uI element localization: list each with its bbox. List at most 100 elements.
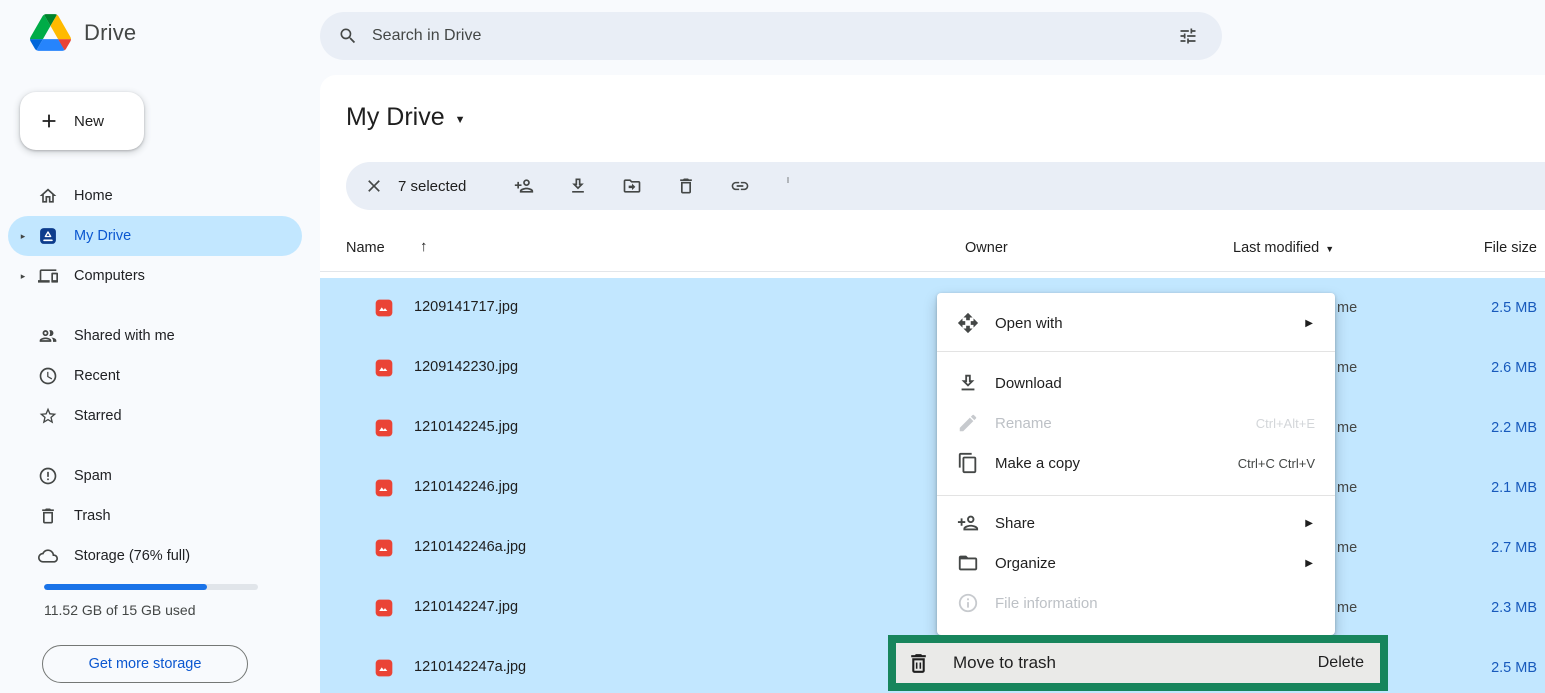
image-file-icon	[374, 298, 394, 318]
trash-button[interactable]	[676, 176, 696, 196]
search-options-icon[interactable]	[1172, 20, 1204, 52]
file-name: 1210142247.jpg	[414, 599, 518, 615]
copy-link-button[interactable]	[730, 176, 750, 196]
column-header-last-modified[interactable]: Last modified▼	[1233, 240, 1334, 256]
sidebar-item-label: Starred	[74, 408, 122, 424]
menu-item-share[interactable]: Share ▶	[937, 503, 1335, 543]
storage-progress-fill	[44, 584, 207, 590]
sidebar: Home ▸ My Drive ▸ Computers Shared with …	[0, 0, 320, 693]
file-name: 1210142246.jpg	[414, 479, 518, 495]
column-header-owner[interactable]: Owner	[965, 240, 1008, 256]
sidebar-item-label: Shared with me	[74, 328, 175, 344]
person-add-icon	[957, 512, 979, 534]
shortcut-label: Ctrl+C Ctrl+V	[1238, 456, 1315, 471]
info-icon	[957, 592, 979, 614]
sidebar-item-label: Trash	[74, 508, 111, 524]
more-actions-button[interactable]	[784, 176, 792, 196]
menu-item-organize[interactable]: Organize ▶	[937, 543, 1335, 583]
sidebar-item-trash[interactable]: Trash	[8, 496, 302, 536]
file-list: 1209141717.jpg me 2.5 MB 1209142230.jpg …	[320, 278, 1545, 693]
menu-divider	[937, 495, 1335, 496]
file-size: 2.7 MB	[1491, 540, 1537, 556]
spam-icon	[38, 466, 58, 486]
clear-selection-button[interactable]	[360, 172, 388, 200]
sidebar-item-label: Storage (76% full)	[74, 548, 190, 564]
modified-by-label: me	[1337, 420, 1357, 436]
sidebar-item-label: Home	[74, 188, 113, 204]
sidebar-item-shared-with-me[interactable]: Shared with me	[8, 316, 302, 356]
menu-item-move-to-trash[interactable]: Move to trash Delete	[888, 635, 1388, 691]
submenu-arrow-icon: ▶	[1305, 558, 1313, 569]
cloud-icon	[38, 546, 58, 566]
column-header-file-size[interactable]: File size	[1484, 240, 1537, 256]
file-name: 1209142230.jpg	[414, 359, 518, 375]
move-folder-button[interactable]	[622, 176, 642, 196]
sidebar-item-home[interactable]: Home	[8, 176, 302, 216]
file-name: 1210142246a.jpg	[414, 539, 526, 555]
submenu-arrow-icon: ▶	[1305, 318, 1313, 329]
copy-icon	[957, 452, 979, 474]
expand-arrow-icon[interactable]: ▸	[8, 231, 38, 242]
page-title[interactable]: My Drive ▼	[346, 103, 466, 132]
file-row[interactable]: 1210142246a.jpg me 2.7 MB	[320, 518, 1545, 578]
menu-item-make-a-copy[interactable]: Make a copy Ctrl+C Ctrl+V	[937, 443, 1335, 483]
sidebar-item-computers[interactable]: ▸ Computers	[8, 256, 302, 296]
file-row[interactable]: 1210142246.jpg me 2.1 MB	[320, 458, 1545, 518]
modified-by-label: me	[1337, 300, 1357, 316]
modified-by-label: me	[1337, 600, 1357, 616]
image-file-icon	[374, 478, 394, 498]
menu-divider	[937, 351, 1335, 352]
file-name: 1210142247a.jpg	[414, 659, 526, 675]
sidebar-item-storage[interactable]: Storage (76% full)	[8, 536, 302, 576]
my-drive-icon	[38, 226, 58, 246]
folder-icon	[957, 552, 979, 574]
sidebar-item-starred[interactable]: Starred	[8, 396, 302, 436]
search-input[interactable]	[372, 27, 1172, 45]
menu-item-download[interactable]: Download	[937, 363, 1335, 403]
file-size: 2.3 MB	[1491, 600, 1537, 616]
open-with-icon	[957, 312, 979, 334]
file-name: 1210142245.jpg	[414, 419, 518, 435]
image-file-icon	[374, 358, 394, 378]
sort-ascending-icon[interactable]: ↑	[420, 238, 428, 255]
context-menu: Open with ▶ Download Rename Ctrl+Alt+E M…	[937, 293, 1335, 635]
sidebar-item-label: Computers	[74, 268, 145, 284]
home-icon	[38, 186, 58, 206]
shared-people-icon	[38, 326, 58, 346]
shortcut-label: Delete	[1318, 654, 1364, 672]
download-button[interactable]	[568, 176, 588, 196]
expand-arrow-icon[interactable]: ▸	[8, 271, 38, 282]
chevron-down-icon: ▼	[455, 110, 466, 126]
file-size: 2.5 MB	[1491, 300, 1537, 316]
sidebar-item-recent[interactable]: Recent	[8, 356, 302, 396]
file-row[interactable]: 1210142245.jpg me 2.2 MB	[320, 398, 1545, 458]
modified-by-label: me	[1337, 360, 1357, 376]
file-size: 2.6 MB	[1491, 360, 1537, 376]
menu-item-file-information: File information	[937, 583, 1335, 623]
sidebar-item-my-drive[interactable]: ▸ My Drive	[8, 216, 302, 256]
image-file-icon	[374, 418, 394, 438]
storage-usage-text: 11.52 GB of 15 GB used	[44, 602, 196, 618]
file-row[interactable]: 1209141717.jpg me 2.5 MB	[320, 278, 1545, 338]
shortcut-label: Ctrl+Alt+E	[1256, 416, 1315, 431]
storage-progress-bar	[44, 584, 258, 590]
main-content: My Drive ▼ 7 selected Name ↑ Owner Last …	[320, 75, 1545, 693]
selected-count: 7 selected	[398, 178, 466, 195]
sidebar-item-spam[interactable]: Spam	[8, 456, 302, 496]
modified-by-label: me	[1337, 540, 1357, 556]
menu-item-open-with[interactable]: Open with ▶	[937, 299, 1335, 347]
search-bar[interactable]	[320, 12, 1222, 60]
trash-icon	[38, 506, 58, 526]
submenu-arrow-icon: ▶	[1305, 518, 1313, 529]
file-size: 2.5 MB	[1491, 660, 1537, 676]
sidebar-item-label: My Drive	[74, 228, 131, 244]
image-file-icon	[374, 538, 394, 558]
column-header-name[interactable]: Name	[346, 240, 385, 256]
file-row[interactable]: 1210142247.jpg me 2.3 MB	[320, 578, 1545, 638]
file-size: 2.2 MB	[1491, 420, 1537, 436]
file-row[interactable]: 1209142230.jpg me 2.6 MB	[320, 338, 1545, 398]
share-person-add-button[interactable]	[514, 176, 534, 196]
file-size: 2.1 MB	[1491, 480, 1537, 496]
get-more-storage-button[interactable]: Get more storage	[42, 645, 248, 683]
modified-by-label: me	[1337, 480, 1357, 496]
